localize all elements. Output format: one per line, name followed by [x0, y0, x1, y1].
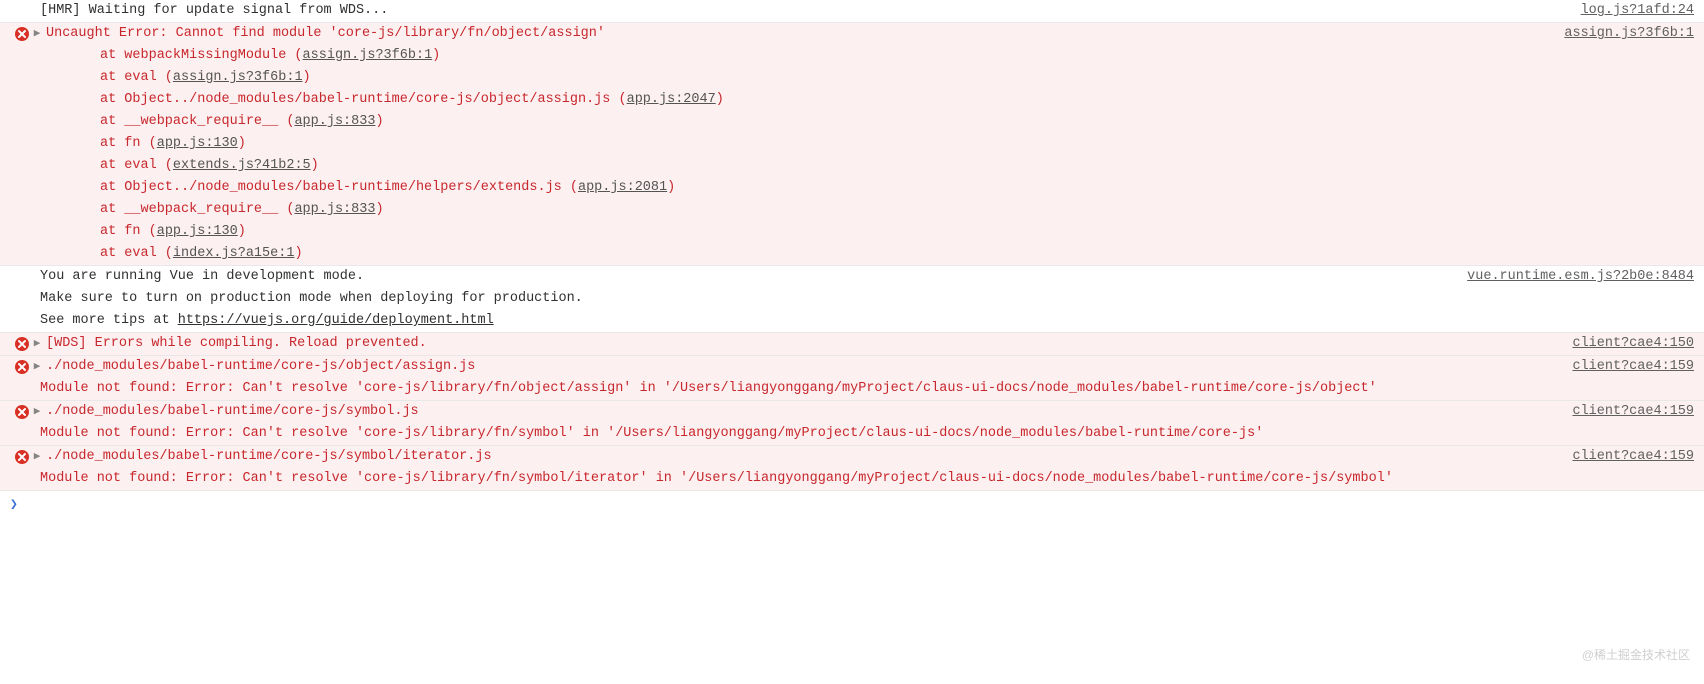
disclosure-triangle[interactable]: ▶ [30, 449, 44, 465]
console-input-row[interactable]: ❯ [0, 490, 1704, 517]
console-row-log: log.js?1afd:24 [HMR] Waiting for update … [0, 0, 1704, 22]
stack-line: at Object../node_modules/babel-runtime/c… [40, 89, 1694, 111]
error-icon [14, 336, 30, 352]
stack-link[interactable]: app.js:833 [294, 202, 375, 217]
error-message: [WDS] Errors while compiling. Reload pre… [40, 333, 1694, 355]
stack-link[interactable]: app.js:130 [157, 136, 238, 151]
error-message-head: ./node_modules/babel-runtime/core-js/obj… [40, 356, 1694, 378]
disclosure-triangle[interactable]: ▶ [30, 359, 44, 375]
source-link[interactable]: client?cae4:159 [1572, 401, 1694, 423]
disclosure-triangle[interactable]: ▶ [30, 404, 44, 420]
stack-line: at eval (assign.js?3f6b:1) [40, 67, 1694, 89]
console-row-info: vue.runtime.esm.js?2b0e:8484 You are run… [0, 265, 1704, 332]
error-icon [14, 449, 30, 465]
source-link[interactable]: vue.runtime.esm.js?2b0e:8484 [1467, 266, 1694, 288]
stack-link[interactable]: assign.js?3f6b:1 [303, 48, 433, 63]
stack-line: at fn (app.js:130) [40, 133, 1694, 155]
error-message-detail: Module not found: Error: Can't resolve '… [40, 468, 1694, 490]
stack-link[interactable]: app.js:2047 [627, 92, 716, 107]
error-message-detail: Module not found: Error: Can't resolve '… [40, 423, 1694, 445]
stack-line: at webpackMissingModule (assign.js?3f6b:… [40, 45, 1694, 67]
error-message-head: ./node_modules/babel-runtime/core-js/sym… [40, 401, 1694, 423]
watermark: @稀土掘金技术社区 [1582, 644, 1690, 666]
log-message: [HMR] Waiting for update signal from WDS… [40, 3, 388, 18]
stack-link[interactable]: extends.js?41b2:5 [173, 158, 311, 173]
stack-link[interactable]: index.js?a15e:1 [173, 246, 295, 261]
disclosure-triangle[interactable]: ▶ [30, 26, 44, 42]
disclosure-triangle[interactable]: ▶ [30, 336, 44, 352]
source-link[interactable]: client?cae4:150 [1572, 333, 1694, 355]
prompt-chevron-icon: ❯ [10, 494, 18, 516]
stack-line: at __webpack_require__ (app.js:833) [40, 111, 1694, 133]
stack-link[interactable]: app.js:833 [294, 114, 375, 129]
console-row-error: ▶ client?cae4:159 ./node_modules/babel-r… [0, 355, 1704, 400]
source-link[interactable]: client?cae4:159 [1572, 356, 1694, 378]
error-message-detail: Module not found: Error: Can't resolve '… [40, 378, 1694, 400]
error-icon [14, 404, 30, 420]
console-row-error-expanded: ▶ assign.js?3f6b:1 Uncaught Error: Canno… [0, 22, 1704, 265]
stack-line: at Object../node_modules/babel-runtime/h… [40, 177, 1694, 199]
source-link[interactable]: client?cae4:159 [1572, 446, 1694, 468]
stack-line: at fn (app.js:130) [40, 221, 1694, 243]
error-message-head: ./node_modules/babel-runtime/core-js/sym… [40, 446, 1694, 468]
info-message: You are running Vue in development mode.… [40, 266, 1694, 332]
source-link[interactable]: log.js?1afd:24 [1581, 0, 1694, 22]
stack-line: at eval (extends.js?41b2:5) [40, 155, 1694, 177]
error-icon [14, 359, 30, 375]
console-row-error: ▶ client?cae4:159 ./node_modules/babel-r… [0, 445, 1704, 490]
error-icon [14, 26, 30, 42]
stack-line: at __webpack_require__ (app.js:833) [40, 199, 1694, 221]
stack-link[interactable]: app.js:2081 [578, 180, 667, 195]
source-link[interactable]: assign.js?3f6b:1 [1564, 23, 1694, 45]
error-message: Uncaught Error: Cannot find module 'core… [40, 23, 1694, 45]
stack-link[interactable]: assign.js?3f6b:1 [173, 70, 303, 85]
stack-line: at eval (index.js?a15e:1) [40, 243, 1694, 265]
console-input[interactable] [26, 496, 34, 511]
stack-link[interactable]: app.js:130 [157, 224, 238, 239]
console-row-error: ▶ client?cae4:159 ./node_modules/babel-r… [0, 400, 1704, 445]
console-row-error: ▶ client?cae4:150 [WDS] Errors while com… [0, 332, 1704, 355]
tips-link[interactable]: https://vuejs.org/guide/deployment.html [178, 313, 494, 328]
